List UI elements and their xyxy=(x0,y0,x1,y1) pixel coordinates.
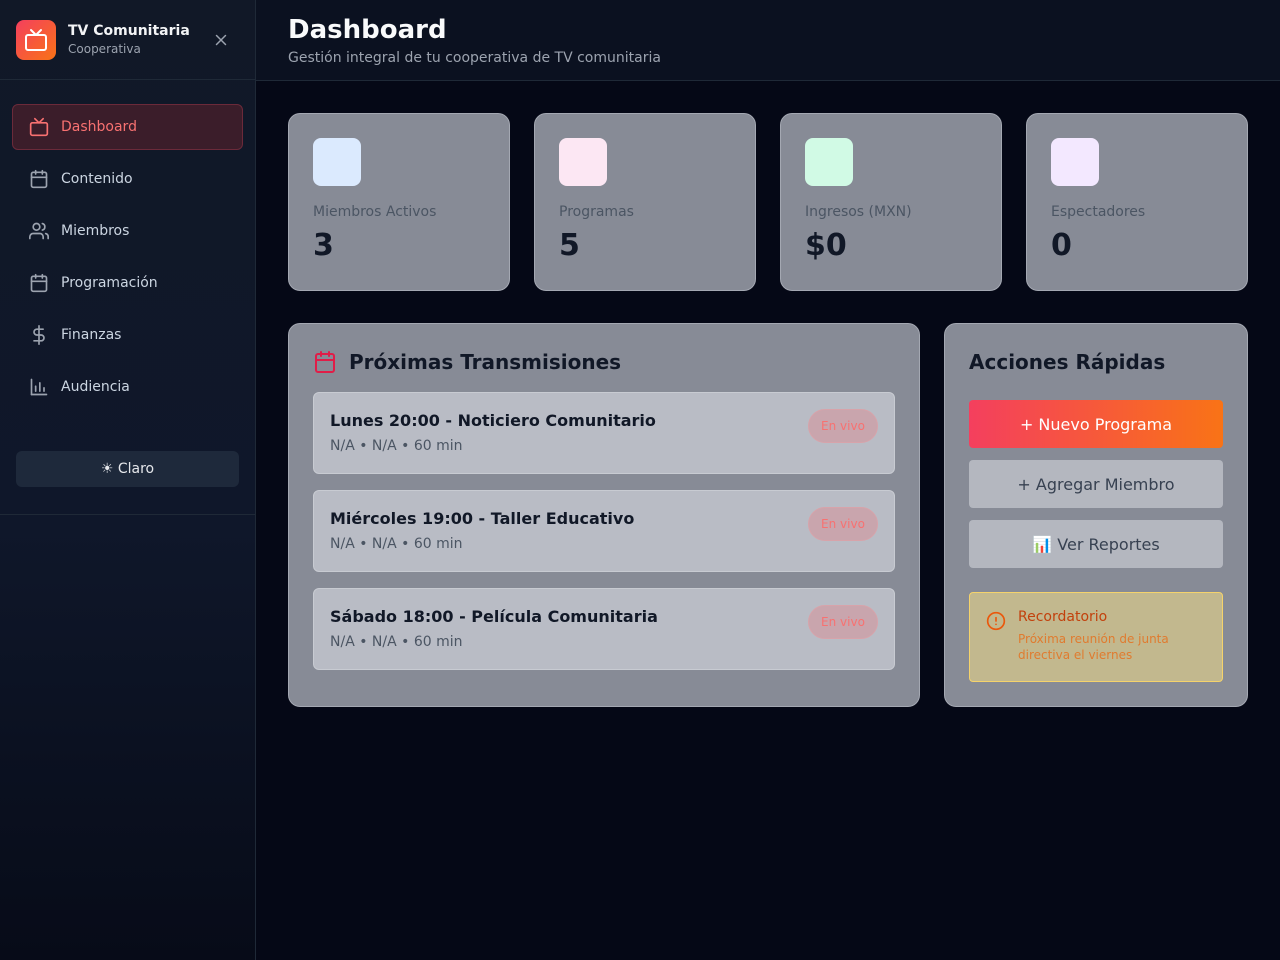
reminder-box: Recordatorio Próxima reunión de junta di… xyxy=(969,592,1223,682)
sidebar-nav: Dashboard Contenido Miembros Programació… xyxy=(0,80,255,515)
broadcast-title: Sábado 18:00 - Película Comunitaria xyxy=(330,607,658,626)
sidebar-item-programacion[interactable]: Programación xyxy=(12,260,243,306)
calendar-icon xyxy=(313,350,337,374)
new-program-button[interactable]: + Nuevo Programa xyxy=(969,400,1223,448)
tv-icon xyxy=(29,117,49,137)
theme-toggle-button[interactable]: ☀ Claro xyxy=(16,451,239,487)
stat-card-income: Ingresos (MXN) $0 xyxy=(780,113,1002,291)
stat-value: 5 xyxy=(559,228,580,263)
page-subtitle: Gestión integral de tu cooperativa de TV… xyxy=(288,50,661,66)
users-icon xyxy=(29,221,49,241)
broadcast-item[interactable]: Sábado 18:00 - Película Comunitaria N/A … xyxy=(313,588,895,670)
close-sidebar-button[interactable] xyxy=(211,30,231,50)
stat-card-viewers: Espectadores 0 xyxy=(1026,113,1248,291)
broadcast-meta: N/A • N/A • 60 min xyxy=(330,536,463,552)
sidebar-item-dashboard[interactable]: Dashboard xyxy=(12,104,243,150)
tv-logo-icon xyxy=(16,19,56,60)
sidebar-item-label: Contenido xyxy=(61,171,133,187)
sidebar-item-label: Audiencia xyxy=(61,379,130,395)
reminder-title: Recordatorio xyxy=(1018,609,1108,625)
calendar-icon xyxy=(29,273,49,293)
panel-title: Acciones Rápidas xyxy=(969,350,1166,374)
broadcast-item[interactable]: Lunes 20:00 - Noticiero Comunitario N/A … xyxy=(313,392,895,474)
page-header: Dashboard Gestión integral de tu coopera… xyxy=(256,0,1280,81)
stat-value: 3 xyxy=(313,228,334,263)
reminder-text: Próxima reunión de junta directiva el vi… xyxy=(1018,632,1169,662)
members-stat-icon xyxy=(313,138,361,186)
income-stat-icon xyxy=(805,138,853,186)
broadcast-title: Miércoles 19:00 - Taller Educativo xyxy=(330,509,635,528)
live-badge: En vivo xyxy=(808,605,878,639)
panel-title-text: Próximas Transmisiones xyxy=(349,350,622,374)
stat-card-programs: Programas 5 xyxy=(534,113,756,291)
page-title: Dashboard xyxy=(288,15,447,45)
dollar-icon xyxy=(29,325,49,345)
stat-label: Miembros Activos xyxy=(313,204,437,220)
sidebar-item-label: Finanzas xyxy=(61,327,122,343)
upcoming-broadcasts-panel: Próximas Transmisiones Lunes 20:00 - Not… xyxy=(288,323,920,707)
stat-label: Ingresos (MXN) xyxy=(805,204,912,220)
stat-card-members: Miembros Activos 3 xyxy=(288,113,510,291)
brand-subtitle: Cooperativa xyxy=(68,41,141,56)
calendar-icon xyxy=(29,169,49,189)
bar-chart-icon xyxy=(29,377,49,397)
stat-label: Espectadores xyxy=(1051,204,1146,220)
brand-title: TV Comunitaria xyxy=(68,22,190,39)
broadcast-meta: N/A • N/A • 60 min xyxy=(330,634,463,650)
view-reports-button[interactable]: 📊 Ver Reportes xyxy=(969,520,1223,568)
sidebar-item-label: Dashboard xyxy=(61,119,137,135)
quick-actions-panel: Acciones Rápidas + Nuevo Programa + Agre… xyxy=(944,323,1248,707)
alert-circle-icon xyxy=(986,611,1006,665)
sidebar-item-miembros[interactable]: Miembros xyxy=(12,208,243,254)
add-member-button[interactable]: + Agregar Miembro xyxy=(969,460,1223,508)
sidebar-item-label: Miembros xyxy=(61,223,130,239)
live-badge: En vivo xyxy=(808,409,878,443)
stat-value: $0 xyxy=(805,228,847,263)
brand: TV Comunitaria Cooperativa xyxy=(0,0,255,80)
panel-title: Próximas Transmisiones xyxy=(313,348,895,376)
sidebar-item-finanzas[interactable]: Finanzas xyxy=(12,312,243,358)
broadcast-meta: N/A • N/A • 60 min xyxy=(330,438,463,454)
viewers-stat-icon xyxy=(1051,138,1099,186)
programs-stat-icon xyxy=(559,138,607,186)
sidebar: TV Comunitaria Cooperativa Dashboard Con… xyxy=(0,0,256,960)
sidebar-item-audiencia[interactable]: Audiencia xyxy=(12,364,243,410)
stat-value: 0 xyxy=(1051,228,1072,263)
broadcast-item[interactable]: Miércoles 19:00 - Taller Educativo N/A •… xyxy=(313,490,895,572)
broadcast-title: Lunes 20:00 - Noticiero Comunitario xyxy=(330,411,656,430)
sidebar-item-contenido[interactable]: Contenido xyxy=(12,156,243,202)
sidebar-item-label: Programación xyxy=(61,275,158,291)
stat-label: Programas xyxy=(559,204,634,220)
close-icon xyxy=(215,34,227,46)
live-badge: En vivo xyxy=(808,507,878,541)
